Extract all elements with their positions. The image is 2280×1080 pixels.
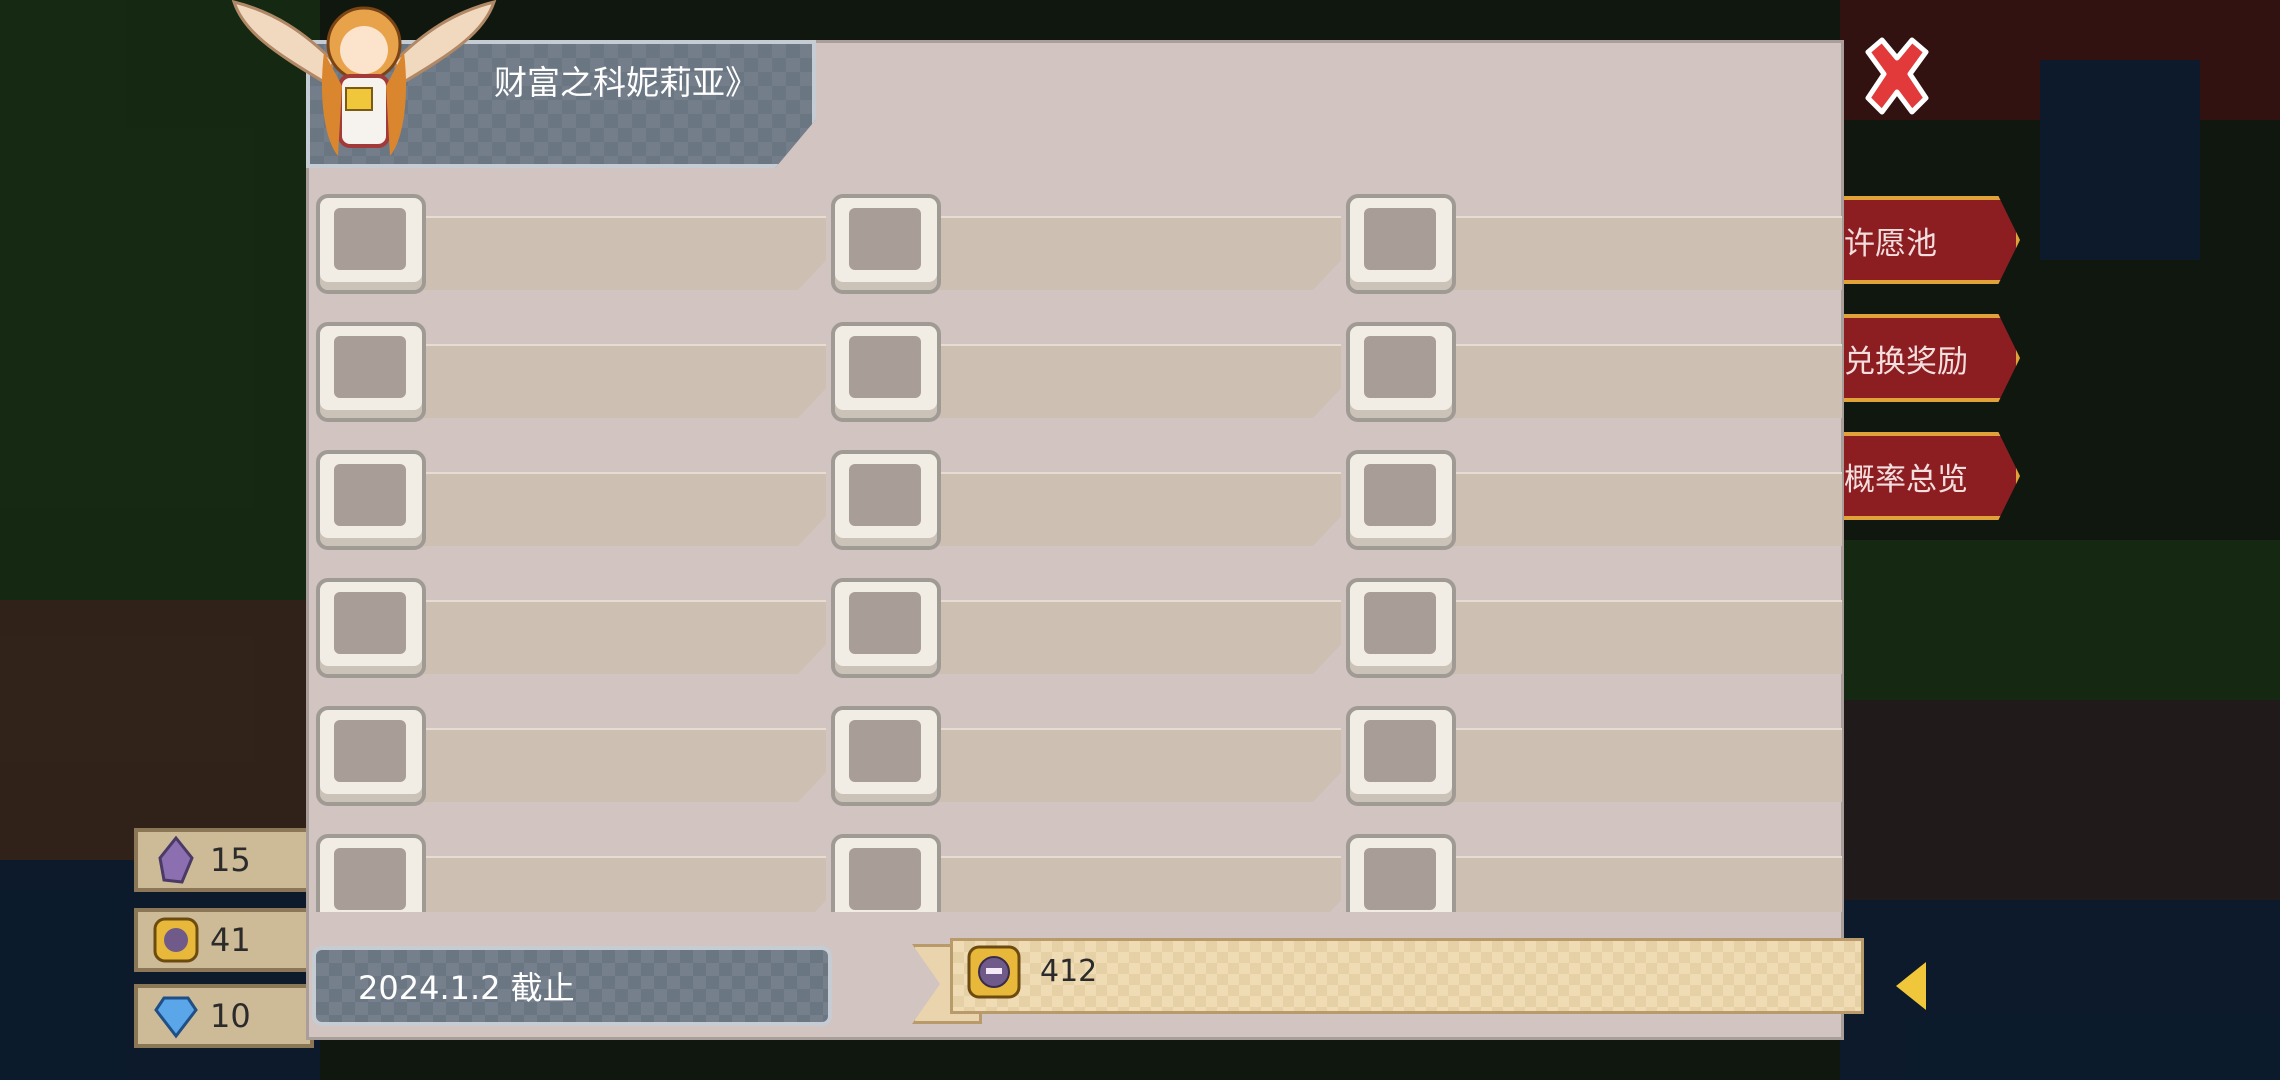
- deadline-text: 2024.1.2 截止: [358, 969, 575, 1007]
- close-button[interactable]: [1858, 36, 1936, 116]
- resource-diamond: 10: [134, 984, 314, 1048]
- reward-slot[interactable]: [316, 702, 831, 806]
- reward-slot[interactable]: [1346, 830, 1842, 912]
- reward-slot[interactable]: [316, 190, 831, 294]
- reward-slot[interactable]: [831, 318, 1346, 422]
- reward-slot[interactable]: [831, 190, 1346, 294]
- character-avatar-icon: [231, 0, 497, 156]
- reward-slot[interactable]: [1346, 446, 1842, 550]
- reward-slot[interactable]: [831, 574, 1346, 678]
- side-menu-exchange-rewards[interactable]: 兑换奖励: [1840, 314, 2020, 402]
- reward-slot[interactable]: [831, 702, 1346, 806]
- resource-value: 41: [210, 921, 251, 959]
- reward-slot[interactable]: [316, 830, 831, 912]
- reward-slot-list[interactable]: [316, 190, 1842, 912]
- side-menu-label: 许愿池: [1844, 225, 1937, 262]
- reward-slot[interactable]: [316, 446, 831, 550]
- resource-value: 10: [210, 997, 251, 1035]
- close-icon: [1865, 37, 1929, 115]
- side-menu-wishing-pool[interactable]: 许愿池: [1840, 196, 2020, 284]
- side-menu-probability-overview[interactable]: 概率总览: [1840, 432, 2020, 520]
- coin-icon: [967, 945, 1021, 999]
- reward-slot[interactable]: [1346, 190, 1842, 294]
- currency-count: 412: [1040, 954, 1098, 989]
- reward-slot[interactable]: [1346, 702, 1842, 806]
- coin-icon: [153, 917, 199, 963]
- panel-title: 财富之科妮莉亚》: [494, 63, 758, 102]
- crystal-icon: [158, 836, 194, 884]
- reward-slot[interactable]: [316, 318, 831, 422]
- resource-value: 15: [210, 841, 251, 879]
- reward-slot[interactable]: [1346, 574, 1842, 678]
- reward-slot[interactable]: [831, 830, 1346, 912]
- resource-coin: 41: [134, 908, 314, 972]
- reward-slot[interactable]: [1346, 318, 1842, 422]
- reward-slot[interactable]: [831, 446, 1346, 550]
- resource-crystal: 15: [134, 828, 314, 892]
- deadline-label: 2024.1.2 截止: [312, 946, 832, 1026]
- diamond-icon: [154, 996, 198, 1039]
- reward-slot[interactable]: [316, 574, 831, 678]
- side-menu-label: 概率总览: [1844, 461, 1968, 498]
- side-menu-label: 兑换奖励: [1844, 343, 1968, 380]
